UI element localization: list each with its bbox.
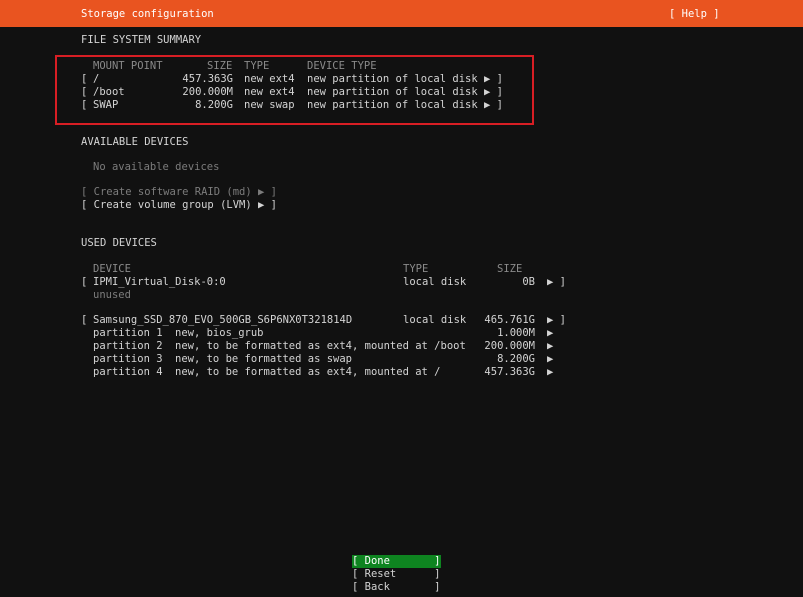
no-devices-text: No available devices <box>93 161 220 173</box>
col-mount-point: MOUNT POINT <box>93 60 163 72</box>
partition-desc: new, bios_grub <box>175 327 264 339</box>
partition-desc: new, to be formatted as ext4, mounted at… <box>175 366 441 378</box>
row-mount: / <box>93 73 100 85</box>
back-button[interactable]: [ Back ] <box>352 581 441 594</box>
partition-size: 8.200G <box>497 353 535 365</box>
reset-button[interactable]: [ Reset ] <box>352 568 441 581</box>
partition-name: partition 3 <box>93 353 163 365</box>
row-bracket: [ <box>81 99 88 111</box>
col-type: TYPE <box>244 60 270 72</box>
device-size: 0B <box>522 276 535 288</box>
device-size: 465.761G <box>484 314 535 326</box>
create-raid-button: [ Create software RAID (md) ▶ ] <box>81 186 277 198</box>
row-bracket: [ <box>81 73 88 85</box>
row-arrow-icon: ▶ ] <box>484 86 503 98</box>
row-mount: /boot <box>93 86 125 98</box>
device-name: IPMI_Virtual_Disk-0:0 <box>93 276 226 288</box>
device-type: local disk <box>403 276 467 288</box>
row-mount: SWAP <box>93 99 119 111</box>
col-device-type: DEVICE TYPE <box>307 60 377 72</box>
fs-summary-title: FILE SYSTEM SUMMARY <box>81 34 202 46</box>
page-title: Storage configuration <box>81 8 214 20</box>
row-device-type: new partition of local disk <box>307 86 478 98</box>
device-name: Samsung_SSD_870_EVO_500GB_S6P6NX0T321814… <box>93 314 353 326</box>
row-arrow-icon: ▶ ] <box>484 73 503 85</box>
col-device: DEVICE <box>93 263 131 275</box>
partition-size: 457.363G <box>484 366 535 378</box>
partition-desc: new, to be formatted as swap <box>175 353 353 365</box>
row-type: new swap <box>244 99 295 111</box>
row-device-type: new partition of local disk <box>307 99 478 111</box>
used-devices-title: USED DEVICES <box>81 237 157 249</box>
partition-name: partition 1 <box>93 327 163 339</box>
row-size: 457.363G <box>182 73 233 85</box>
partition-name: partition 2 <box>93 340 163 352</box>
partition-size: 200.000M <box>484 340 535 352</box>
row-bracket: [ <box>81 86 88 98</box>
header-bar: Storage configuration [ Help ] <box>0 0 803 27</box>
create-lvm-button[interactable]: [ Create volume group (LVM) ▶ ] <box>81 199 277 212</box>
partition-desc: new, to be formatted as ext4, mounted at… <box>175 340 466 352</box>
partition-arrow-icon: ▶ <box>547 327 554 339</box>
col-size: SIZE <box>207 60 233 72</box>
col-size: SIZE <box>497 263 523 275</box>
row-size: 8.200G <box>195 99 233 111</box>
row-device-type: new partition of local disk <box>307 73 478 85</box>
help-button[interactable]: [ Help ] <box>669 8 720 21</box>
device-status: unused <box>93 289 131 301</box>
partition-arrow-icon: ▶ <box>547 340 554 352</box>
row-type: new ext4 <box>244 73 295 85</box>
partition-arrow-icon: ▶ <box>547 366 554 378</box>
device-arrow-icon: ▶ ] <box>547 314 566 326</box>
available-devices-title: AVAILABLE DEVICES <box>81 136 189 148</box>
row-type: new ext4 <box>244 86 295 98</box>
row-size: 200.000M <box>182 86 233 98</box>
row-bracket: [ <box>81 276 88 288</box>
device-arrow-icon: ▶ ] <box>547 276 566 288</box>
partition-arrow-icon: ▶ <box>547 353 554 365</box>
partition-size: 1.000M <box>497 327 535 339</box>
device-type: local disk <box>403 314 467 326</box>
done-button[interactable]: [ Done ] <box>352 555 441 568</box>
row-arrow-icon: ▶ ] <box>484 99 503 111</box>
partition-name: partition 4 <box>93 366 163 378</box>
row-bracket: [ <box>81 314 88 326</box>
col-type: TYPE <box>403 263 429 275</box>
